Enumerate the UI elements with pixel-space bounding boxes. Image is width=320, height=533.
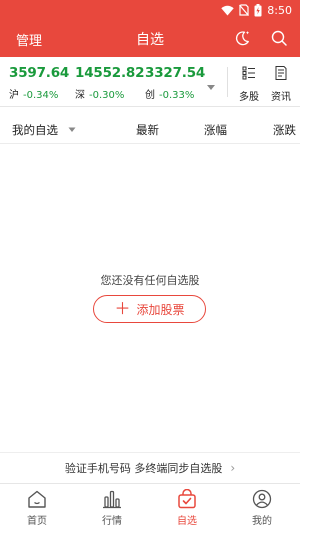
tab-favorites[interactable]: 自选: [162, 489, 212, 527]
tab-label: 行情: [102, 516, 122, 527]
column-change-amount[interactable]: 涨跌: [273, 122, 296, 138]
index-shanghai[interactable]: 3597.64 沪 -0.34%: [9, 65, 69, 101]
caret-down-icon[interactable]: [68, 122, 76, 132]
index-name: 沪: [9, 90, 19, 101]
tab-label: 我的: [252, 516, 272, 527]
index-change: -0.34%: [23, 90, 59, 101]
add-stock-label: 添加股票: [136, 302, 185, 317]
index-name: 深: [75, 90, 85, 101]
index-chinext[interactable]: 3327.54 创 -0.33%: [145, 65, 205, 101]
wifi-icon: [221, 5, 234, 16]
index-value: 3327.54: [145, 65, 206, 81]
no-sim-icon: [239, 4, 250, 16]
app-bar: 管理 自选: [0, 20, 300, 57]
multi-stock-button[interactable]: 多股: [235, 65, 263, 103]
tab-label: 首页: [27, 516, 47, 527]
tab-market[interactable]: 行情: [87, 489, 137, 527]
empty-watchlist-message: 您还没有任何自选股: [100, 274, 200, 287]
news-label: 资讯: [271, 92, 291, 103]
watchlist-column-header: 我的自选 最新 涨幅 涨跌: [0, 116, 300, 144]
status-time: 8:50: [267, 3, 292, 17]
index-value: 14552.82: [75, 65, 145, 81]
plus-icon: ＋: [114, 299, 131, 318]
tab-home[interactable]: 首页: [12, 489, 62, 527]
column-my-watchlist[interactable]: 我的自选: [12, 122, 58, 138]
status-bar: 8:50: [0, 0, 300, 20]
chevron-down-icon[interactable]: [205, 77, 217, 90]
tab-mine[interactable]: 我的: [237, 489, 287, 527]
news-icon: [273, 66, 289, 85]
multi-stock-label: 多股: [239, 92, 259, 103]
index-change: -0.30%: [89, 90, 125, 101]
favorites-bag-icon: [162, 489, 212, 509]
column-change-percent[interactable]: 涨幅: [204, 122, 227, 138]
chevron-right-icon: ›: [230, 460, 236, 475]
bottom-tab-bar: 首页 行情 自选 我的: [0, 483, 300, 533]
news-button[interactable]: 资讯: [267, 65, 295, 103]
battery-icon: [254, 3, 262, 17]
index-change: -0.33%: [159, 90, 195, 101]
tab-label: 自选: [177, 516, 197, 527]
bar-chart-icon: [87, 489, 137, 509]
page-title: 自选: [136, 32, 164, 48]
search-icon[interactable]: [269, 28, 289, 48]
index-name: 创: [145, 90, 155, 101]
divider: [227, 67, 228, 97]
add-stock-button[interactable]: ＋ 添加股票: [93, 295, 206, 323]
night-mode-icon[interactable]: [232, 28, 252, 48]
column-latest[interactable]: 最新: [136, 122, 159, 138]
sync-banner-text: 验证手机号码 多终端同步自选股: [64, 461, 223, 475]
index-shenzhen[interactable]: 14552.82 深 -0.30%: [75, 65, 144, 101]
home-icon: [12, 489, 62, 509]
index-bar: 3597.64 沪 -0.34% 14552.82 深 -0.30% 3327.54…: [0, 57, 300, 107]
grid-list-icon: [241, 66, 257, 85]
user-icon: [237, 489, 287, 509]
sync-phone-banner[interactable]: 验证手机号码 多终端同步自选股 ›: [0, 452, 300, 482]
index-value: 3597.64: [9, 65, 70, 81]
